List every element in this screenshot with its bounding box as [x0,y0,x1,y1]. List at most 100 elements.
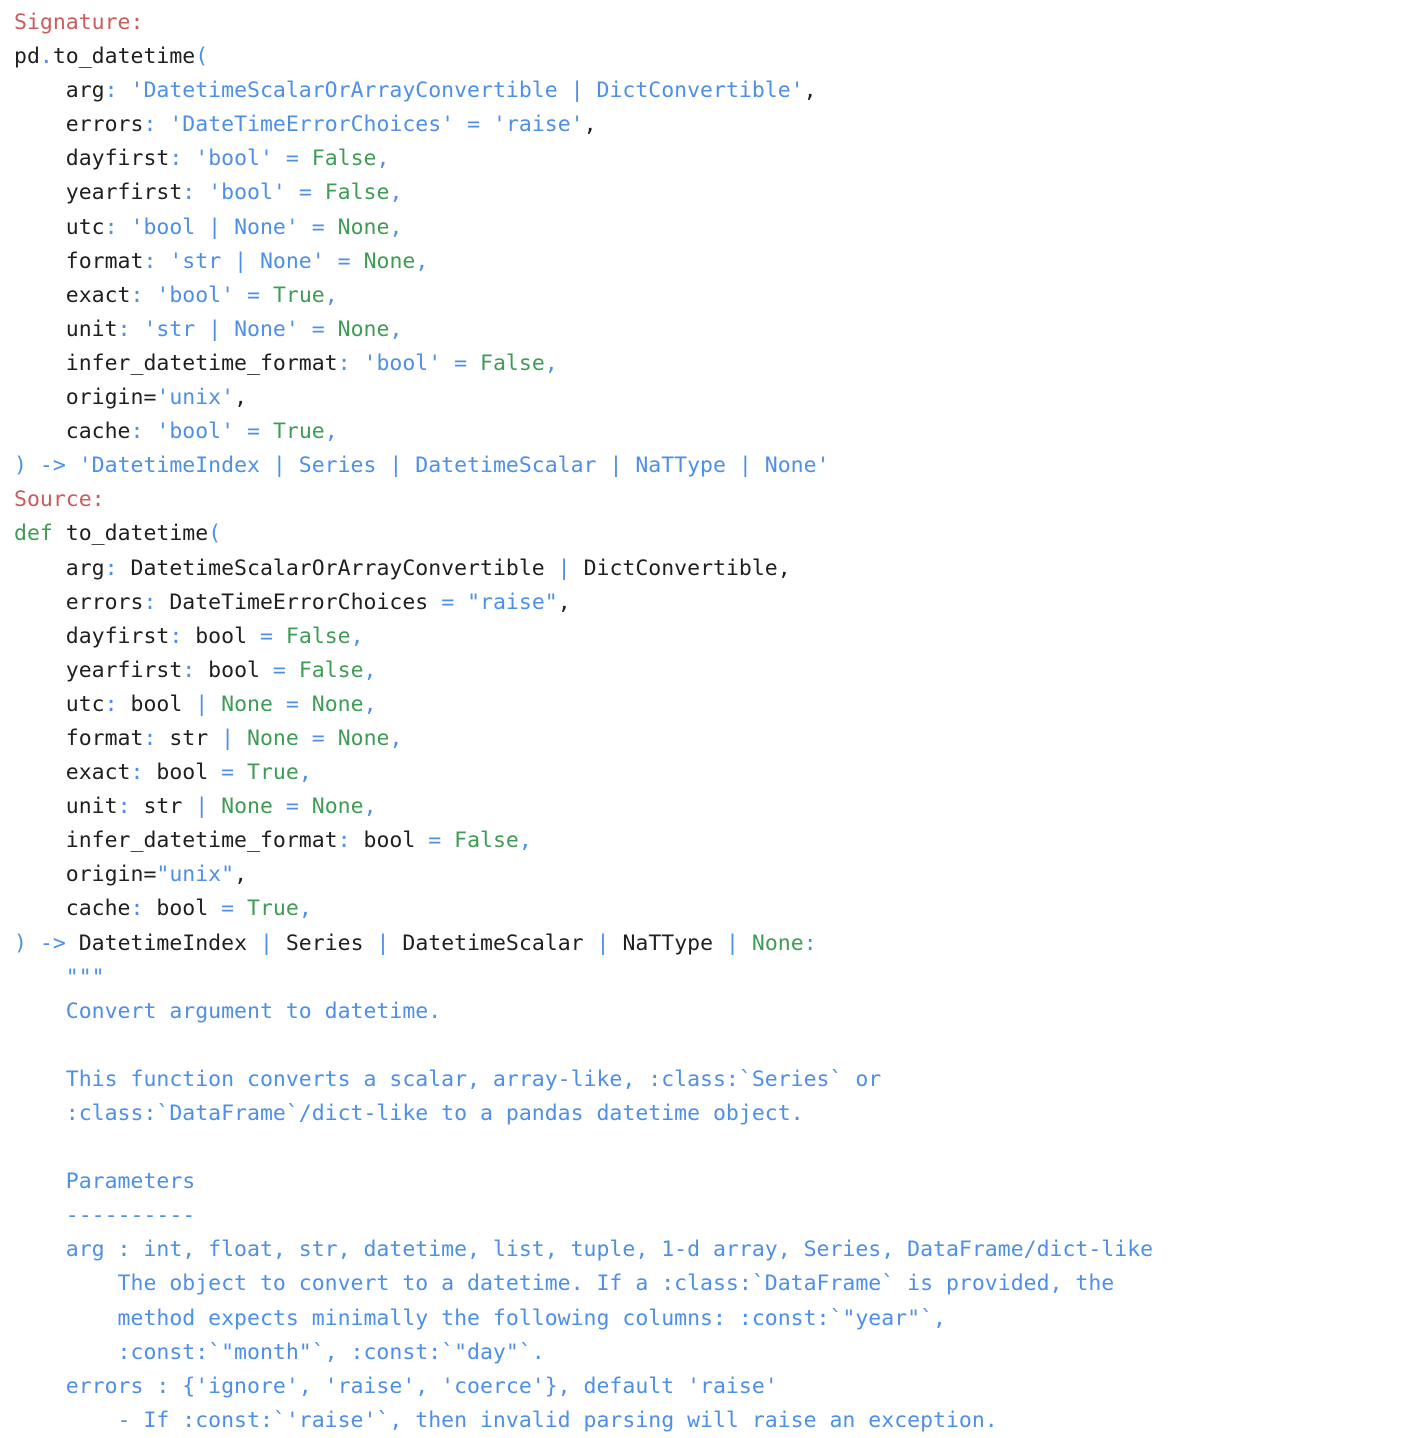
code-token: , [415,248,429,274]
code-token: Convert argument to datetime. [14,998,442,1024]
code-token: | [221,725,235,751]
signature-return: ) -> 'DatetimeIndex | Series | DatetimeS… [14,449,1412,483]
code-token: , [324,282,338,308]
code-token: bool [117,691,196,717]
code-token: None [221,794,273,820]
code-token: 'bool | None' [130,214,299,240]
code-token: , [389,180,403,206]
code-token: | [376,930,390,956]
code-token: 'DatetimeScalarOrArrayConvertible | Dict… [130,78,804,104]
code-token: Series [272,930,377,956]
code-token: : [803,930,817,956]
code-token: 'bool' [195,146,273,172]
code-token: = [298,180,312,206]
docstring-desc-2: :class:`DataFrame`/dict-like to a pandas… [14,1097,1412,1131]
docstring-param-arg-body-2: method expects minimally the following c… [14,1302,1412,1336]
code-token: = [454,350,468,376]
code-token: : [143,248,157,274]
signature-param-cache: cache: 'bool' = True, [14,415,1412,449]
code-token: bool [350,828,429,854]
code-token: : [104,214,118,240]
code-token: = [221,760,235,786]
code-token: "raise" [467,589,558,615]
code-token: : [337,828,351,854]
code-token: 'bool' [363,350,442,376]
code-token: 'DatetimeIndex | Series | DatetimeScalar… [78,453,830,479]
code-token: bool [143,760,222,786]
code-token: Signature: [14,10,144,35]
code-token: pd [14,44,40,70]
code-token: , [298,896,312,922]
source-header: Source: [14,483,1412,517]
code-token: , [583,112,597,138]
code-token: True [272,282,325,308]
signature-param-infer-datetime-format: infer_datetime_format: 'bool' = False, [14,347,1412,381]
signature-param-utc: utc: 'bool | None' = None, [14,211,1412,245]
code-token: | [726,930,739,956]
code-token: : [337,350,351,376]
code-token: , [234,862,248,888]
docstring-viewer[interactable]: Signature: pd.to_datetime( arg: 'Datetime… [0,0,1412,1438]
code-token: , [363,794,377,820]
signature-param-origin: origin='unix', [14,381,1412,415]
code-token: , [518,828,532,854]
code-token: : [143,112,157,138]
signature-param-arg: arg: 'DatetimeScalarOrArrayConvertible |… [14,74,1412,108]
code-token: Parameters [14,1169,196,1195]
code-token: str [156,725,222,751]
signature-param-errors: errors: 'DateTimeErrorChoices' = 'raise'… [14,108,1412,142]
code-token: None [337,316,390,342]
code-token: This function converts a scalar, array-l… [14,1066,882,1092]
code-token: 'str | None' [143,316,299,342]
docstring-summary: Convert argument to datetime. [14,995,1412,1029]
code-token: = [272,657,286,683]
code-token: None [337,214,390,240]
signature-param-exact: exact: 'bool' = True, [14,279,1412,313]
code-token: unit [14,316,118,342]
code-token: = [441,589,455,615]
code-token: cache [14,419,131,445]
code-token: = [467,112,481,138]
code-token: DatetimeScalar [389,930,597,956]
code-token: = [311,725,325,751]
code-token: infer_datetime_format [14,350,338,376]
code-token: = [285,691,299,717]
code-token: : [104,78,118,104]
code-token: bool [195,657,273,683]
code-token: ---------- [14,1203,196,1229]
code-token: False [480,350,545,376]
code-token: DatetimeIndex [65,930,260,956]
code-token: arg : int, float, str, datetime, list, t… [14,1237,1154,1263]
docstring-section-underline-parameters: ---------- [14,1199,1412,1233]
code-token: = [143,385,157,411]
code-token: format [14,248,144,274]
code-token: origin [14,385,144,411]
signature-param-yearfirst: yearfirst: 'bool' = False, [14,176,1412,210]
docstring-section-title-parameters: Parameters [14,1165,1412,1199]
code-token: Source: [14,487,105,513]
